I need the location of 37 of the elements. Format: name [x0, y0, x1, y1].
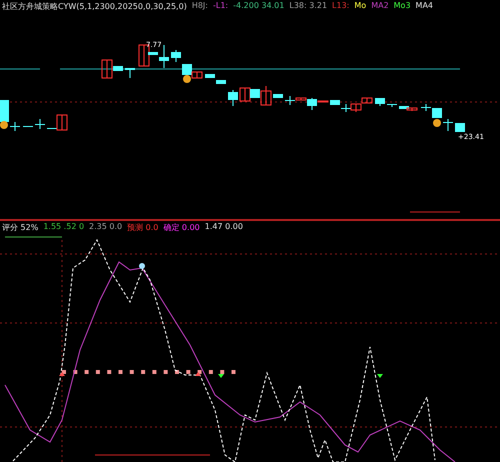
candle: [432, 108, 442, 118]
candle: [443, 118, 453, 132]
indicator-label: 确定 0.00: [163, 222, 200, 233]
down-arrow-icon: [377, 374, 383, 378]
indicator-label: L13:: [332, 1, 350, 12]
candle: [375, 98, 385, 106]
up-arrow-icon: [195, 372, 201, 376]
indicator-label: Mo3: [394, 1, 411, 12]
indicator-label: MA2: [371, 1, 389, 12]
indicator-label: L38: 3.21: [289, 1, 328, 12]
indicator-label: 社区方舟城策略CYW(5,1,2300,20250,0,30,25,0): [2, 1, 187, 12]
indicator-label: Mo: [354, 1, 366, 12]
candle: [171, 50, 181, 62]
indicator-label: -4.200 34.01: [233, 1, 284, 12]
signal-dot-icon: [433, 119, 441, 127]
candle: [125, 68, 135, 78]
up-arrow-icon: [59, 372, 65, 376]
level-line: [0, 68, 40, 70]
candle: [455, 122, 465, 132]
down-arrow-icon: [218, 374, 224, 378]
candle: [273, 94, 283, 98]
indicator-label: 2.35 0.0: [89, 222, 122, 233]
candle: [240, 88, 250, 102]
candle: [228, 90, 238, 106]
indicator-label: 评分 52%: [2, 222, 38, 233]
level-line: [4, 236, 62, 238]
signal-dot-icon: [139, 263, 145, 269]
indicator-label: MA4: [416, 1, 434, 12]
signal-dot-icon: [183, 75, 191, 83]
indicator-label: 预测 0.0: [127, 222, 158, 233]
candle: [35, 118, 45, 130]
candle: [387, 104, 397, 108]
indicator-label: 1.55 .52 0: [43, 222, 84, 233]
signal-dot-icon: [0, 121, 8, 129]
indicator-label: 1.47 0.00: [204, 222, 243, 233]
indicator-label: H8J:: [192, 1, 208, 12]
indicator-label: -L1:: [212, 1, 228, 12]
